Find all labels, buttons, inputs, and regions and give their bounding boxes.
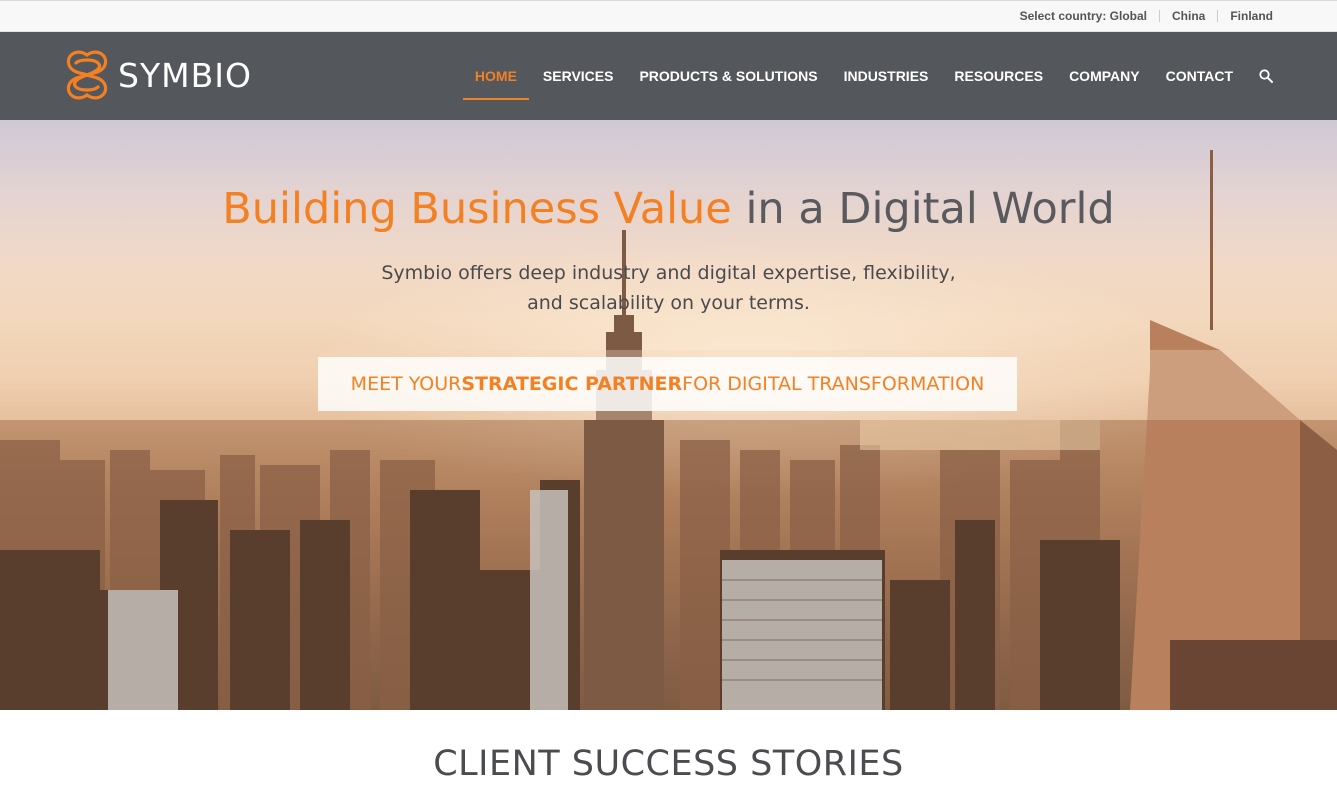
nav-item-industries[interactable]: INDUSTRIES [844,32,929,120]
hero-title: Building Business Value in a Digital Wor… [0,184,1337,234]
nav-item-products-solutions[interactable]: PRODUCTS & SOLUTIONS [639,32,817,120]
logo[interactable]: SYMBIO [62,49,252,101]
cta-text-post: FOR DIGITAL TRANSFORMATION [682,373,985,395]
main-nav: HOME SERVICES PRODUCTS & SOLUTIONS INDUS… [449,32,1273,120]
client-success-stories-heading: CLIENT SUCCESS STORIES [433,744,904,784]
hero-title-rest: in a Digital World [731,184,1115,234]
main-header: SYMBIO HOME SERVICES PRODUCTS & SOLUTION… [0,32,1337,120]
country-global-link[interactable]: Select country: Global [1020,9,1147,23]
country-china-link[interactable]: China [1172,9,1205,23]
search-button[interactable] [1259,32,1273,120]
cta-text-pre: MEET YOUR [350,373,462,395]
country-selector: Select country: Global China Finland [1020,9,1273,23]
hero-subtitle-line-1: Symbio offers deep industry and digital … [381,262,956,284]
hero-title-accent: Building Business Value [222,184,732,234]
hero-subtitle: Symbio offers deep industry and digital … [0,258,1337,318]
hero-subtitle-line-2: and scalability on your terms. [527,292,810,314]
knot-logo-icon [66,50,108,100]
country-finland-link[interactable]: Finland [1230,9,1273,23]
search-icon [1259,69,1273,83]
brand-name: SYMBIO [118,55,252,95]
strategic-partner-cta-button[interactable]: MEET YOUR STRATEGIC PARTNER FOR DIGITAL … [318,357,1017,411]
divider [1217,10,1219,22]
divider [1158,10,1160,22]
nav-item-contact[interactable]: CONTACT [1166,32,1233,120]
nav-item-resources[interactable]: RESOURCES [954,32,1043,120]
country-bar: Select country: Global China Finland [0,0,1337,32]
hero-banner: Building Business Value in a Digital Wor… [0,120,1337,710]
nav-item-home[interactable]: HOME [462,32,529,120]
nav-item-services[interactable]: SERVICES [543,32,614,120]
cta-text-bold: STRATEGIC PARTNER [461,373,683,395]
nav-item-company[interactable]: COMPANY [1069,32,1140,120]
